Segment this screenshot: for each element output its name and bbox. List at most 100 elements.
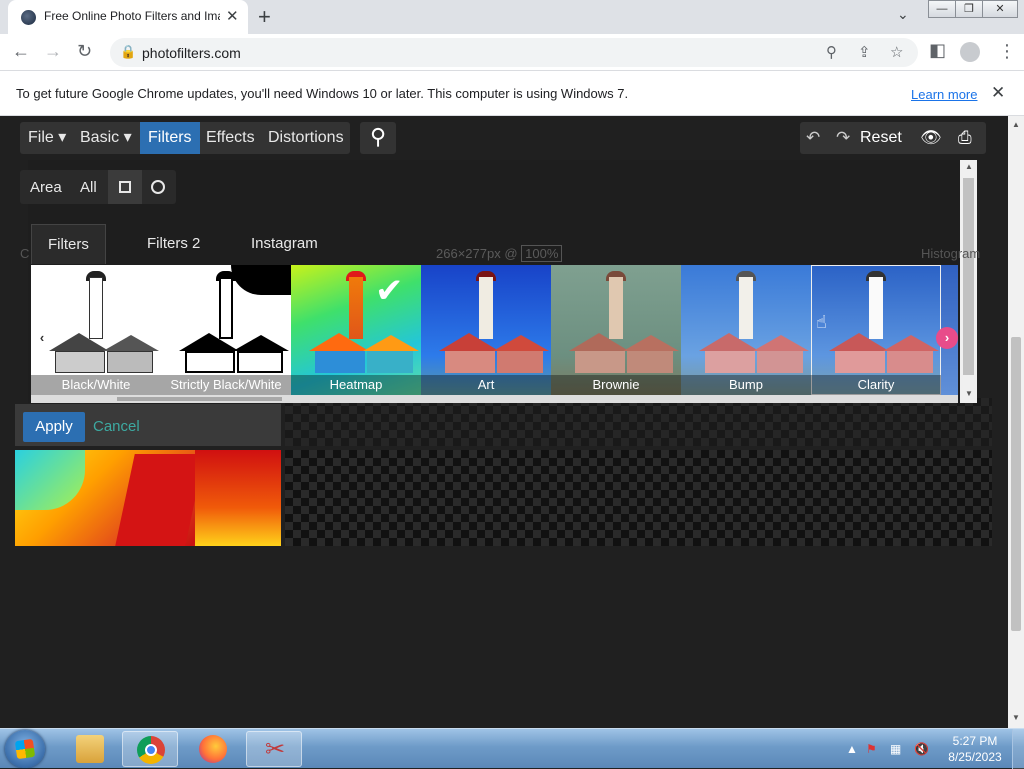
mouse-cursor-icon: ☝ (816, 312, 827, 332)
filters-horizontal-scrollbar[interactable] (31, 395, 958, 403)
area-label: Area (30, 179, 62, 196)
taskbar-firefox[interactable] (185, 731, 241, 767)
show-hidden-icons-icon[interactable]: ▲ (846, 742, 858, 756)
circle-area-icon[interactable] (151, 180, 165, 194)
rectangle-area-button[interactable] (108, 170, 142, 204)
network-icon[interactable]: ▦ (890, 742, 901, 756)
filter-name: Black/White (31, 375, 161, 395)
menu-distortions[interactable]: Distortions (260, 122, 352, 154)
restore-button[interactable]: ❐ (955, 0, 983, 18)
filter-thumb-brownie[interactable]: Brownie (551, 265, 681, 395)
tab-filters[interactable]: Filters (31, 224, 106, 264)
action-center-flag-icon[interactable]: ⚑ (866, 742, 877, 756)
image-size-info: 266×277px @ 100% (436, 245, 563, 262)
tab-filters-2[interactable]: Filters 2 (131, 224, 216, 264)
search-icon: ⚲ (369, 124, 387, 149)
filter-name: Art (421, 375, 551, 395)
page-scroll-down-icon[interactable]: ▼ (1012, 713, 1020, 722)
taskbar-chrome[interactable] (122, 731, 178, 767)
filter-name: Strictly Black/White (161, 375, 291, 395)
page-scroll-thumb[interactable] (1011, 337, 1021, 631)
apply-button[interactable]: Apply (23, 412, 85, 442)
image-cyan-region (15, 450, 85, 510)
print-icon[interactable]: ⎙ (958, 122, 972, 154)
lock-icon[interactable]: 🔒 (120, 44, 136, 60)
update-infobar: To get future Google Chrome updates, you… (0, 71, 1024, 116)
next-filters-arrow-icon[interactable]: › (936, 327, 958, 349)
filter-thumb-strictly-black-white[interactable]: Strictly Black/White (161, 265, 291, 395)
filter-thumb-art[interactable]: Art (421, 265, 551, 395)
learn-more-link[interactable]: Learn more (911, 87, 977, 102)
tab-search-chevron-icon[interactable]: ⌄ (897, 6, 909, 23)
cancel-button[interactable]: Cancel (93, 418, 140, 435)
zoom-search-icon[interactable]: ⚲ (826, 43, 837, 61)
infobar-message: To get future Google Chrome updates, you… (16, 86, 629, 101)
filter-thumb-clarity[interactable]: Clarity (811, 265, 941, 395)
transparent-canvas (285, 450, 992, 546)
scroll-up-icon[interactable]: ▲ (965, 162, 973, 171)
background-text: C (20, 246, 30, 261)
search-button[interactable]: ⚲ (360, 122, 396, 154)
address-bar[interactable]: 🔒 photofilters.com ⚲ ⇪ ☆ (110, 38, 918, 67)
menu-basic[interactable]: Basic ▾ (72, 122, 140, 154)
image-canvas[interactable] (15, 446, 992, 546)
square-icon (119, 181, 131, 193)
menu-effects[interactable]: Effects (198, 122, 263, 154)
image-red-region (115, 454, 205, 546)
browser-tab[interactable]: Free Online Photo Filters and Image Effe… (8, 0, 248, 34)
edited-image[interactable] (15, 450, 281, 546)
site-favicon-icon (21, 10, 36, 25)
chrome-menu-icon[interactable]: ⋮ (998, 41, 1016, 62)
area-selector: Area All (20, 170, 176, 204)
filter-thumb-black-white[interactable]: Black/White (31, 265, 161, 395)
taskbar-explorer[interactable] (62, 731, 118, 767)
taskbar-snipping-tool[interactable]: ✂ (246, 731, 302, 767)
filter-thumb-heatmap[interactable]: ✔ Heatmap (291, 265, 421, 395)
zoom-level: 100% (521, 245, 563, 262)
main-menu-bar: File ▾ Basic ▾ Filters Effects Distortio… (20, 122, 350, 154)
new-tab-button[interactable]: + (258, 4, 271, 30)
area-all-option[interactable]: All (80, 179, 97, 196)
scissors-icon: ✂ (264, 736, 286, 763)
volume-icon[interactable]: 🔇 (914, 742, 929, 756)
bookmark-star-icon[interactable]: ☆ (890, 43, 903, 61)
chrome-icon (137, 736, 165, 764)
tab-close-icon[interactable]: ✕ (226, 7, 239, 25)
back-arrow-icon[interactable]: ← (12, 41, 30, 62)
window-close-button[interactable]: ✕ (982, 0, 1018, 18)
panel-scroll-thumb[interactable] (963, 178, 974, 375)
filter-thumb-bump[interactable]: Bump (681, 265, 811, 395)
horizontal-scroll-thumb[interactable] (117, 397, 282, 401)
tab-instagram[interactable]: Instagram (235, 224, 334, 264)
image-orange-region (195, 450, 281, 546)
folder-icon (76, 735, 104, 763)
tab-title: Free Online Photo Filters and Image Effe… (44, 9, 220, 23)
reset-button[interactable]: Reset (860, 122, 902, 154)
panel-scrollbar[interactable]: ▲ ▼ (960, 160, 977, 403)
profile-avatar-icon[interactable] (960, 42, 980, 62)
reload-icon[interactable]: ↻ (77, 41, 92, 62)
histogram-label: Histogram (921, 246, 981, 261)
undo-icon[interactable]: ↶ (806, 122, 820, 154)
eye-icon[interactable]: 👁 (920, 122, 942, 154)
url-text[interactable]: photofilters.com (142, 45, 241, 61)
image-size-text: 266×277px @ (436, 246, 518, 261)
show-desktop-button[interactable] (1012, 729, 1024, 769)
redo-icon[interactable]: ↷ (836, 122, 850, 154)
taskbar-clock[interactable]: 5:27 PM 8/25/2023 (946, 733, 1004, 765)
menu-file[interactable]: File ▾ (20, 122, 74, 154)
start-button[interactable] (5, 730, 45, 768)
page-scroll-up-icon[interactable]: ▲ (1012, 120, 1020, 129)
side-panel-icon[interactable]: ◧ (929, 40, 946, 61)
menu-filters[interactable]: Filters (140, 122, 200, 154)
infobar-close-icon[interactable]: ✕ (991, 83, 1005, 103)
minimize-button[interactable]: — (928, 0, 956, 18)
forward-arrow-icon[interactable]: → (44, 41, 62, 62)
filter-name: Brownie (551, 375, 681, 395)
filter-name: Heatmap (291, 375, 421, 395)
share-icon[interactable]: ⇪ (858, 43, 871, 61)
prev-filters-arrow-icon[interactable]: ‹ (31, 327, 53, 349)
scroll-down-icon[interactable]: ▼ (965, 389, 973, 398)
page-scrollbar[interactable]: ▲ ▼ (1008, 116, 1024, 728)
black-sky-patch (231, 265, 291, 295)
